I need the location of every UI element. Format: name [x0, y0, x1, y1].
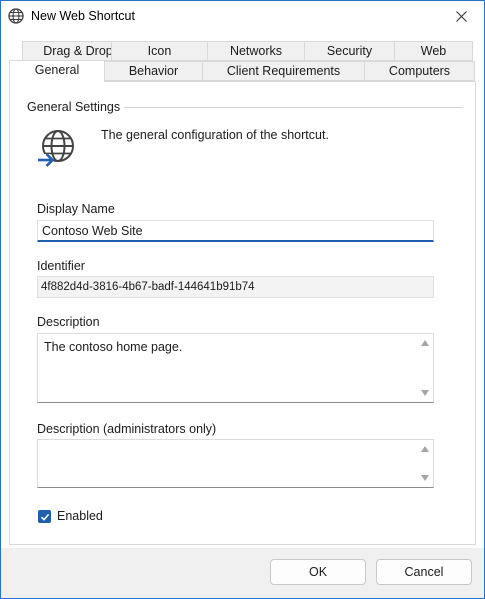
description-label: Description: [37, 315, 100, 329]
tab-security[interactable]: Security: [304, 41, 395, 61]
general-description: The general configuration of the shortcu…: [101, 128, 329, 142]
checkmark-icon: [40, 513, 49, 521]
title-bar: New Web Shortcut: [1, 1, 484, 31]
scroll-down-icon[interactable]: [421, 390, 429, 396]
admin-description-label: Description (administrators only): [37, 422, 217, 436]
display-name-label: Display Name: [37, 202, 115, 216]
description-text: The contoso home page.: [44, 340, 183, 354]
scroll-up-icon[interactable]: [421, 340, 429, 346]
tab-web[interactable]: Web: [394, 41, 473, 61]
ok-button[interactable]: OK: [270, 559, 366, 585]
globe-arrow-icon: [37, 130, 74, 167]
identifier-label: Identifier: [37, 259, 85, 273]
description-textarea[interactable]: The contoso home page.: [37, 333, 434, 403]
tab-icon[interactable]: Icon: [111, 41, 208, 61]
display-name-input[interactable]: [37, 220, 434, 242]
enabled-label: Enabled: [57, 509, 103, 523]
scroll-down-icon[interactable]: [421, 475, 429, 481]
group-title: General Settings: [27, 100, 125, 114]
enabled-checkbox[interactable]: [38, 510, 51, 523]
description-scrollbar[interactable]: [417, 334, 433, 402]
tab-general[interactable]: General: [9, 60, 105, 82]
scroll-up-icon[interactable]: [421, 446, 429, 452]
tab-networks[interactable]: Networks: [207, 41, 305, 61]
tab-behavior[interactable]: Behavior: [104, 61, 203, 81]
tab-computers[interactable]: Computers: [364, 61, 475, 81]
group-divider: [119, 107, 463, 108]
dialog-window: New Web Shortcut Drag & Drop Icon Networ…: [0, 0, 485, 599]
admin-description-textarea[interactable]: [37, 439, 434, 488]
identifier-field: 4f882d4d-3816-4b67-badf-144641b91b74: [37, 276, 434, 298]
close-button[interactable]: [438, 1, 484, 31]
admin-description-scrollbar[interactable]: [417, 440, 433, 487]
cancel-button[interactable]: Cancel: [376, 559, 472, 585]
window-title: New Web Shortcut: [31, 9, 135, 23]
web-shortcut-icon: [8, 8, 24, 24]
tab-client-requirements[interactable]: Client Requirements: [202, 61, 365, 81]
close-icon: [455, 10, 467, 22]
